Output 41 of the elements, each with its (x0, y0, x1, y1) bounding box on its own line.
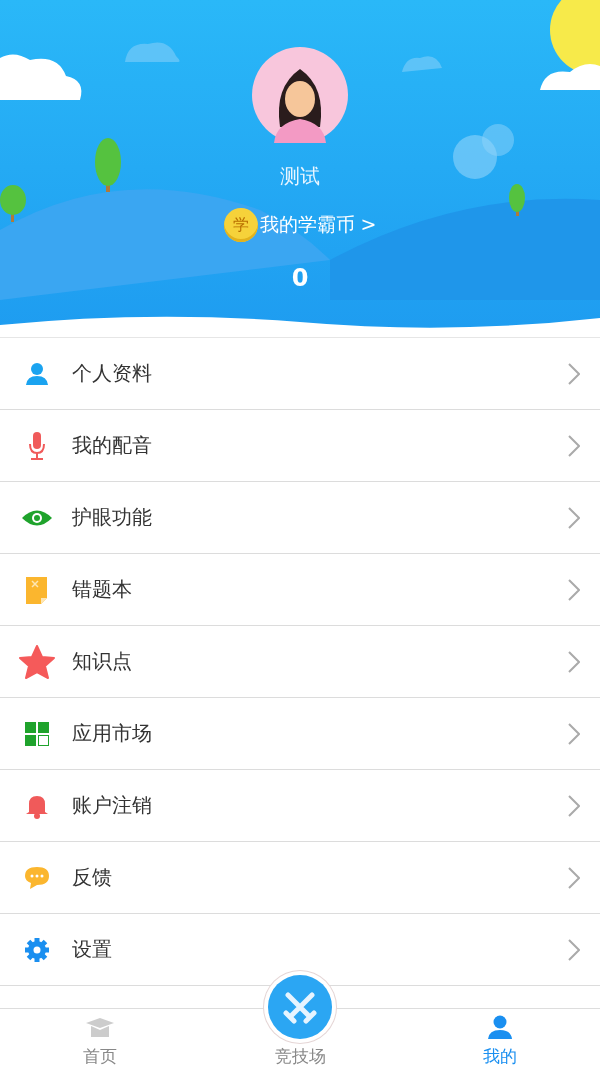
menu-label: 反馈 (72, 864, 113, 891)
menu-label: 个人资料 (72, 360, 153, 387)
menu-label: 设置 (72, 936, 113, 963)
menu-label: 错题本 (72, 576, 133, 603)
menu-label: 应用市场 (72, 720, 153, 747)
menu-item[interactable]: 知识点 (0, 626, 600, 698)
menu-item[interactable]: 护眼功能 (0, 482, 600, 554)
menu-item[interactable]: 反馈 (0, 842, 600, 914)
chevron-right-icon (568, 650, 580, 673)
chevron-right-icon (568, 578, 580, 601)
chat-bubble-icon (24, 865, 50, 890)
chevron-right-icon (568, 362, 580, 385)
grid-icon (25, 721, 49, 746)
eye-icon (22, 508, 52, 527)
menu-item[interactable]: 账户注销 (0, 770, 600, 842)
menu-label: 账户注销 (72, 792, 153, 819)
menu-label: 知识点 (72, 648, 133, 675)
menu-label: 护眼功能 (72, 504, 153, 531)
avatar[interactable] (252, 47, 348, 143)
menu-item[interactable]: 应用市场 (0, 698, 600, 770)
chevron-right-icon (568, 938, 580, 961)
settings-icon (24, 936, 50, 963)
notebook-icon (25, 574, 49, 605)
user-name: 测试 (280, 163, 320, 190)
tab[interactable]: 首页 (0, 1009, 200, 1067)
chevron-right-icon (568, 506, 580, 529)
chevron-right-icon (568, 866, 580, 889)
chevron-right-icon (568, 434, 580, 457)
coin-count: 0 (291, 264, 309, 292)
tab[interactable]: 我的 (400, 1009, 600, 1067)
star-icon (19, 644, 55, 679)
chevron-right-icon (568, 722, 580, 745)
person-icon (487, 1015, 513, 1039)
menu-label: 我的配音 (72, 432, 153, 459)
person-icon (25, 361, 49, 386)
chevron-right-icon (568, 794, 580, 817)
graduation-cap-icon (85, 1017, 115, 1039)
menu-item[interactable]: 我的配音 (0, 410, 600, 482)
menu-item[interactable]: 错题本 (0, 554, 600, 626)
menu-item[interactable]: 个人资料 (0, 338, 600, 410)
microphone-icon (28, 431, 46, 460)
